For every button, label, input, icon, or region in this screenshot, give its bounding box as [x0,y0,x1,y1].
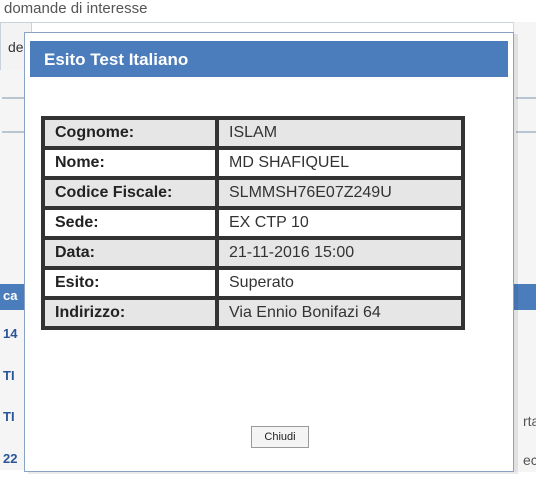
modal-title-bar[interactable]: Esito Test Italiano [30,41,508,77]
field-label-nome: Nome: [43,148,217,178]
close-button[interactable]: Chiudi [251,426,309,448]
background-cell-label[interactable]: TI [3,368,15,383]
background-row-label: de [8,39,24,55]
field-value-indirizzo: Via Ennio Bonifazi 64 [217,298,463,328]
field-label-sede: Sede: [43,208,217,238]
table-row: Esito: Superato [43,268,463,298]
field-label-data: Data: [43,238,217,268]
field-label-cognome: Cognome: [43,118,217,148]
field-label-indirizzo: Indirizzo: [43,298,217,328]
background-cell-label: ec [523,452,536,468]
table-row: Nome: MD SHAFIQUEL [43,148,463,178]
background-cell-label[interactable]: 22 [3,451,17,466]
background-header-text: domande di interesse [4,0,148,17]
field-label-esito: Esito: [43,268,217,298]
background-cell-label[interactable]: TI [3,409,15,424]
background-separator [516,97,536,99]
background-cell-label: ca [3,288,18,303]
field-value-cognome: ISLAM [217,118,463,148]
background-cell-label: rta [523,413,536,429]
field-label-codice-fiscale: Codice Fiscale: [43,178,217,208]
field-value-esito: Superato [217,268,463,298]
background-cell-label[interactable]: 14 [3,326,17,341]
background-separator [516,131,536,133]
table-row: Codice Fiscale: SLMMSH76E07Z249U [43,178,463,208]
modal-titlebar: Esito Test Italiano [25,33,513,83]
modal-title: Esito Test Italiano [44,50,189,69]
table-row: Data: 21-11-2016 15:00 [43,238,463,268]
table-row: Indirizzo: Via Ennio Bonifazi 64 [43,298,463,328]
table-row: Cognome: ISLAM [43,118,463,148]
table-row: Sede: EX CTP 10 [43,208,463,238]
field-value-sede: EX CTP 10 [217,208,463,238]
background-header: domande di interesse [0,0,536,23]
field-value-codice-fiscale: SLMMSH76E07Z249U [217,178,463,208]
field-value-nome: MD SHAFIQUEL [217,148,463,178]
field-value-data: 21-11-2016 15:00 [217,238,463,268]
result-table: Cognome: ISLAM Nome: MD SHAFIQUEL Codice… [41,116,465,330]
